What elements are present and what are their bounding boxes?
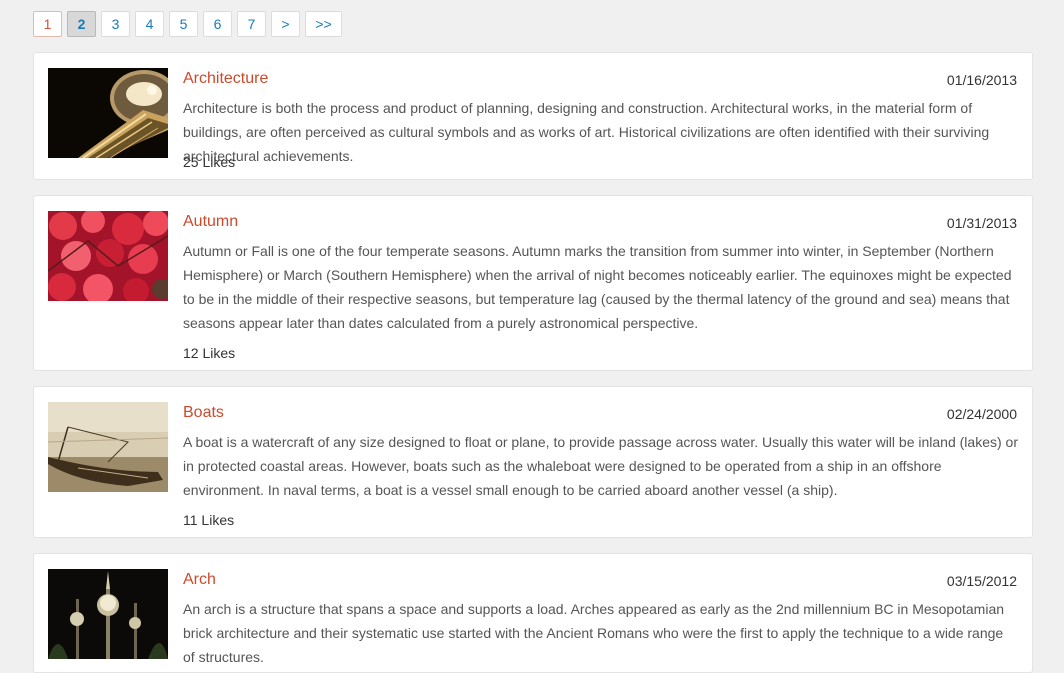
next-page-button[interactable]: >: [271, 11, 300, 37]
article-date: 01/31/2013: [946, 215, 1017, 231]
article-description: An arch is a structure that spans a spac…: [183, 601, 1005, 665]
article-likes: 25 Likes: [183, 154, 236, 170]
page-link-7[interactable]: 7: [237, 11, 266, 37]
article-card: Arch 03/15/2012 An arch is a structure t…: [33, 553, 1033, 673]
article-thumbnail-boats[interactable]: [48, 402, 168, 492]
article-description: A boat is a watercraft of any size desig…: [183, 434, 1018, 498]
article-card: Boats 02/24/2000 A boat is a watercraft …: [33, 386, 1033, 538]
article-thumbnail-arch[interactable]: [48, 569, 168, 659]
article-date: 01/16/2013: [946, 72, 1017, 88]
page-link-4[interactable]: 4: [135, 11, 164, 37]
article-title[interactable]: Architecture: [183, 70, 268, 88]
article-description: Architecture is both the process and pro…: [183, 100, 990, 164]
page-link-2-current[interactable]: 2: [67, 11, 96, 37]
article-title[interactable]: Boats: [183, 404, 224, 422]
article-thumbnail-autumn[interactable]: [48, 211, 168, 301]
article-description: Autumn or Fall is one of the four temper…: [183, 243, 1012, 331]
article-likes: 11 Likes: [183, 512, 235, 528]
article-likes: 12 Likes: [183, 345, 236, 361]
article-card: Architecture 01/16/2013 Architecture is …: [33, 52, 1033, 180]
page-link-5[interactable]: 5: [169, 11, 198, 37]
article-thumbnail-architecture[interactable]: [48, 68, 168, 158]
article-title[interactable]: Autumn: [183, 213, 238, 231]
page-link-6[interactable]: 6: [203, 11, 232, 37]
article-date: 02/24/2000: [946, 406, 1017, 422]
article-date: 03/15/2012: [946, 573, 1017, 589]
pagination: 1 2 3 4 5 6 7 > >>: [33, 11, 347, 37]
article-card: Autumn 01/31/2013 Autumn or Fall is one …: [33, 195, 1033, 371]
page-link-1[interactable]: 1: [33, 11, 62, 37]
last-page-button[interactable]: >>: [305, 11, 342, 37]
article-title[interactable]: Arch: [183, 571, 216, 589]
page-link-3[interactable]: 3: [101, 11, 130, 37]
